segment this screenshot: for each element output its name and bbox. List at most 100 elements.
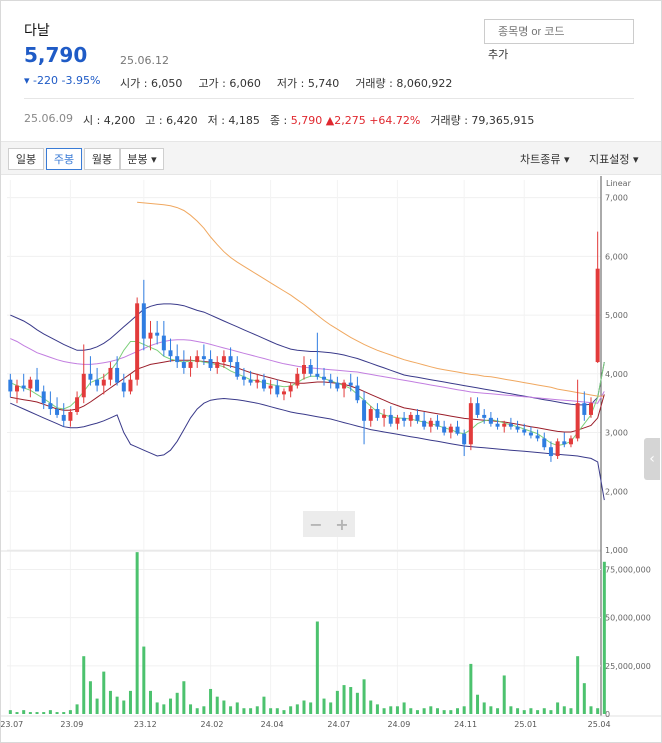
candle-body xyxy=(55,409,60,415)
volume-bar xyxy=(55,712,59,714)
open-price: 시가 : 6,050 xyxy=(120,77,183,90)
candle-body xyxy=(348,382,353,386)
candle-body xyxy=(175,356,180,363)
x-tick-label: 25.04 xyxy=(588,720,611,729)
chart-toolbar: 일봉 주봉 월봉 분봉 ▾ 차트종류 ▾ 지표설정 ▾ xyxy=(1,141,661,175)
volume-bar xyxy=(369,700,373,714)
chart-type-dropdown[interactable]: 차트종류 ▾ xyxy=(520,151,570,167)
x-tick-label: 23.07 xyxy=(1,720,23,729)
volume-bar xyxy=(115,696,119,714)
side-panel-toggle[interactable]: ‹ xyxy=(644,438,660,480)
candle-body xyxy=(275,385,280,395)
chevron-left-icon: ‹ xyxy=(649,451,655,467)
volume-bar xyxy=(522,710,526,714)
summary-high: 고 : 6,420 xyxy=(145,114,198,127)
candle-body xyxy=(201,356,206,360)
candle-body xyxy=(315,373,320,377)
candle-body xyxy=(188,362,193,368)
volume-bar xyxy=(15,712,19,714)
volume-bar xyxy=(569,708,573,714)
volume-bar xyxy=(442,710,446,714)
x-tick-label: 25.01 xyxy=(514,720,537,729)
volume-bar xyxy=(375,704,379,714)
zoom-in-button[interactable]: + xyxy=(329,511,355,537)
candle-body xyxy=(508,423,513,427)
ma-long-line xyxy=(10,338,605,404)
period-monthly-button[interactable]: 월봉 xyxy=(84,148,120,170)
candle-body xyxy=(482,414,487,418)
volume-bar xyxy=(162,704,166,714)
candle-body xyxy=(522,429,527,433)
volume-bar xyxy=(155,702,159,714)
volume-bar xyxy=(282,710,286,714)
volume-bar xyxy=(82,656,86,714)
volume-bar xyxy=(449,710,453,714)
candle-body xyxy=(548,447,553,457)
candle-body xyxy=(81,373,86,398)
volume-bar xyxy=(22,710,26,714)
y-tick-label: 3,000 xyxy=(605,429,628,438)
divider xyxy=(24,98,634,99)
x-tick-label: 24.07 xyxy=(327,720,350,729)
candle-body xyxy=(322,376,327,380)
volume-bar xyxy=(28,712,32,714)
candle-body xyxy=(21,385,26,389)
candle-body xyxy=(355,385,360,401)
candle-body xyxy=(302,365,306,374)
volume-bar xyxy=(476,694,480,714)
volume-bar xyxy=(229,706,233,714)
trade-date: 25.06.12 xyxy=(120,54,169,67)
candle-body xyxy=(375,409,380,418)
volume-bar xyxy=(435,708,439,714)
zoom-out-button[interactable]: − xyxy=(303,511,329,537)
volume-bar xyxy=(135,552,139,714)
y-tick-label: 5,000 xyxy=(605,311,628,320)
candle-body xyxy=(555,441,560,457)
candle-body xyxy=(328,379,333,383)
summary-close-label: 종 : xyxy=(269,114,288,127)
y-tick-label: 6,000 xyxy=(605,252,628,261)
volume-bar xyxy=(102,671,106,714)
zoom-controls: − + xyxy=(303,511,355,537)
volume-bar xyxy=(456,708,460,714)
candle-body xyxy=(108,367,113,380)
candle-body xyxy=(75,397,80,412)
candle-body xyxy=(8,379,13,392)
volume-bar xyxy=(322,698,326,714)
trade-volume: 거래량 : 8,060,922 xyxy=(355,77,453,90)
volume-bar xyxy=(62,712,66,714)
price-chart[interactable]: Linear 1,000 2,000 3,000 4,000 5,000 6,000 7,0… xyxy=(1,176,661,742)
period-minute-dropdown[interactable]: 분봉 ▾ xyxy=(120,148,164,170)
volume-bar xyxy=(88,681,92,714)
volume-bar xyxy=(142,646,146,714)
volume-bar xyxy=(602,561,606,714)
candle-body xyxy=(582,403,587,415)
volume-bar xyxy=(122,700,126,714)
add-button[interactable]: 추가 xyxy=(488,46,508,62)
ma-trend-line xyxy=(137,201,605,397)
volume-bar xyxy=(489,706,493,714)
search-input[interactable] xyxy=(484,19,634,44)
volume-bar xyxy=(415,710,419,714)
x-tick-label: 24.09 xyxy=(387,720,410,729)
volume-bar xyxy=(349,687,353,714)
candle-body xyxy=(442,426,447,433)
volume-bar xyxy=(242,708,246,714)
volume-bar xyxy=(182,681,186,714)
period-weekly-button[interactable]: 주봉 xyxy=(46,148,82,170)
candle-body xyxy=(382,414,387,418)
volume-bar xyxy=(128,690,132,714)
volume-bar xyxy=(482,702,486,714)
candle-body xyxy=(408,414,413,421)
volume-bar xyxy=(542,708,546,714)
period-daily-button[interactable]: 일봉 xyxy=(8,148,44,170)
volume-bar xyxy=(362,679,366,714)
candle-body xyxy=(342,382,347,389)
volume-bar xyxy=(382,708,386,714)
indicator-settings-dropdown[interactable]: 지표설정 ▾ xyxy=(589,151,639,167)
candle-body xyxy=(395,417,400,424)
candle-body xyxy=(228,356,233,363)
high-price: 고가 : 6,060 xyxy=(198,77,261,90)
volume-bar xyxy=(509,706,513,714)
candle-body xyxy=(141,303,146,339)
